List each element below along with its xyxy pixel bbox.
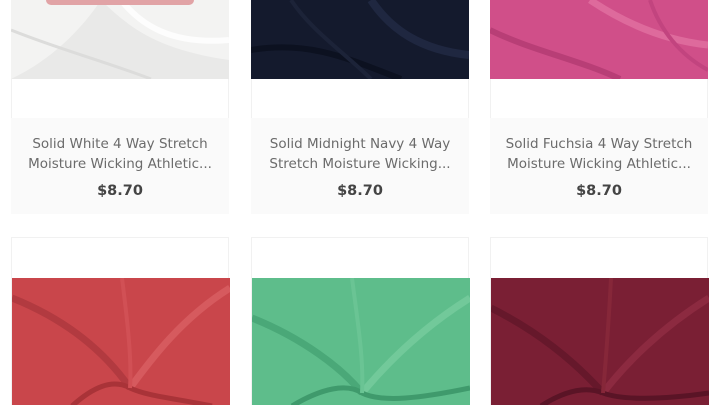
product-title-line-2[interactable]: Moisture Wicking Athletic...	[498, 154, 700, 174]
product-title-line-1[interactable]: Solid Midnight Navy 4 Way	[259, 134, 461, 154]
product-card[interactable]	[490, 237, 709, 405]
product-card[interactable]: Solid Midnight Navy 4 Way Stretch Moistu…	[251, 0, 469, 214]
product-image[interactable]	[490, 0, 708, 79]
product-title-line-1[interactable]: Solid White 4 Way Stretch	[19, 134, 221, 154]
product-card[interactable]	[11, 237, 230, 405]
sale-badge	[46, 0, 194, 5]
product-image[interactable]	[491, 278, 709, 405]
product-card[interactable]: Solid White 4 Way Stretch Moisture Wicki…	[11, 0, 229, 214]
product-title[interactable]: Solid Midnight Navy 4 Way Stretch Moistu…	[259, 134, 461, 174]
product-card[interactable]: Solid Fuchsia 4 Way Stretch Moisture Wic…	[490, 0, 708, 214]
product-title-line-1[interactable]: Solid Fuchsia 4 Way Stretch	[498, 134, 700, 154]
product-price: $8.70	[576, 183, 622, 199]
product-image[interactable]	[11, 0, 229, 79]
product-card[interactable]	[251, 237, 470, 405]
product-title[interactable]: Solid White 4 Way Stretch Moisture Wicki…	[19, 134, 221, 174]
product-image[interactable]	[252, 278, 470, 405]
image-spacer	[490, 79, 708, 118]
product-image[interactable]	[251, 0, 469, 79]
product-image[interactable]	[12, 278, 230, 405]
product-title-line-2[interactable]: Stretch Moisture Wicking...	[259, 154, 461, 174]
image-spacer	[11, 79, 229, 118]
image-spacer	[251, 79, 469, 118]
product-price: $8.70	[97, 183, 143, 199]
product-price: $8.70	[337, 183, 383, 199]
product-title-line-2[interactable]: Moisture Wicking Athletic...	[19, 154, 221, 174]
product-grid: Solid White 4 Way Stretch Moisture Wicki…	[0, 0, 720, 405]
product-title[interactable]: Solid Fuchsia 4 Way Stretch Moisture Wic…	[498, 134, 700, 174]
